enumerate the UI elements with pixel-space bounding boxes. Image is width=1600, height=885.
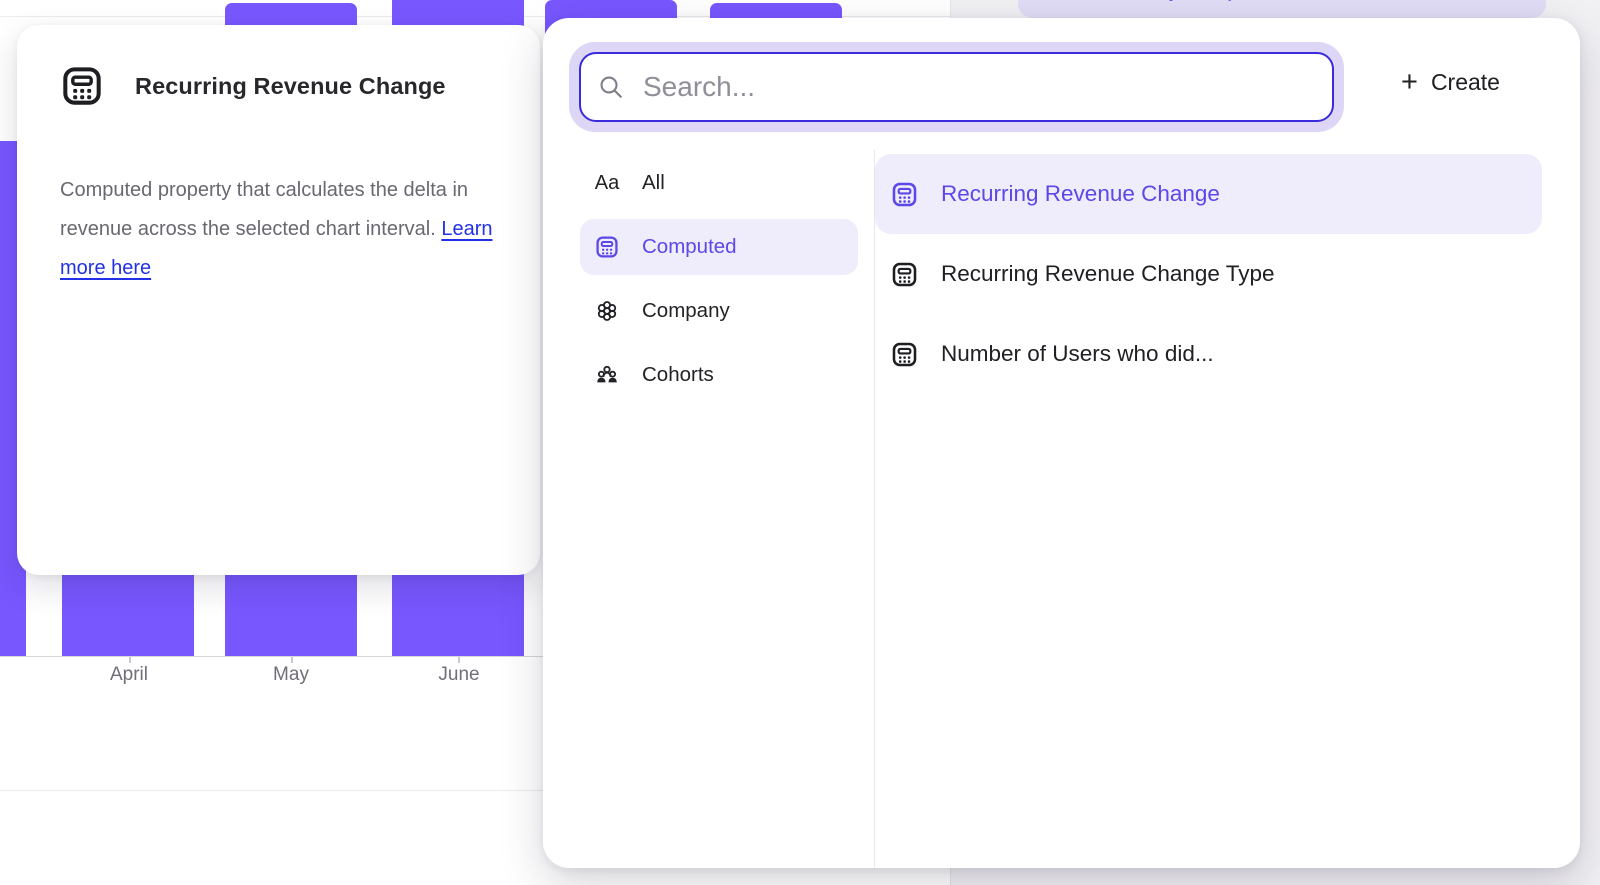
tooltip-description-text: Computed property that calculates the de…: [60, 179, 468, 240]
result-list: Recurring Revenue Change Recurring Reven…: [875, 154, 1542, 394]
x-axis-label: April: [110, 664, 148, 686]
x-axis-label: May: [273, 664, 309, 686]
calculator-icon: [594, 234, 620, 260]
axis-tick: [458, 657, 460, 663]
axis-tick: [129, 657, 131, 663]
clipped-property-pill: [1018, 0, 1546, 18]
plus-icon: +: [1401, 68, 1418, 97]
category-list: Aa All Computed: [580, 155, 858, 403]
tooltip-title: Recurring Revenue Change: [135, 73, 446, 100]
result-label: Recurring Revenue Change Type: [941, 261, 1275, 287]
result-recurring-revenue-change[interactable]: Recurring Revenue Change: [875, 154, 1542, 234]
category-label: Cohorts: [642, 363, 714, 387]
search-icon: [597, 73, 625, 101]
x-axis-label: June: [438, 664, 479, 686]
category-all[interactable]: Aa All: [580, 155, 858, 211]
property-tooltip-card: Recurring Revenue Change Computed proper…: [17, 25, 540, 575]
calculator-icon: [890, 180, 919, 209]
category-computed[interactable]: Computed: [580, 219, 858, 275]
calculator-icon: [890, 340, 919, 369]
result-label: Number of Users who did...: [941, 341, 1214, 367]
property-picker-popover: + Create Aa All Computed: [543, 18, 1580, 868]
text-Aa-icon: Aa: [594, 172, 620, 195]
search-field[interactable]: [579, 52, 1334, 122]
tooltip-description: Computed property that calculates the de…: [60, 171, 502, 288]
category-label: All: [642, 171, 665, 195]
category-cohorts[interactable]: Cohorts: [580, 347, 858, 403]
tooltip-header: Recurring Revenue Change: [59, 63, 446, 109]
calculator-icon: [890, 260, 919, 289]
category-label: Company: [642, 299, 730, 323]
result-recurring-revenue-change-type[interactable]: Recurring Revenue Change Type: [875, 234, 1542, 314]
create-button-label: Create: [1431, 69, 1500, 96]
create-button[interactable]: + Create: [1393, 60, 1508, 104]
result-label: Recurring Revenue Change: [941, 181, 1220, 207]
cohorts-icon: [594, 362, 620, 388]
axis-tick: [291, 657, 293, 663]
company-icon: [594, 298, 620, 324]
search-focus-ring: [569, 42, 1344, 132]
calculator-icon: [59, 63, 105, 109]
category-company[interactable]: Company: [580, 283, 858, 339]
category-label: Computed: [642, 235, 737, 259]
search-input[interactable]: [641, 70, 1316, 104]
result-number-of-users[interactable]: Number of Users who did...: [875, 314, 1542, 394]
clipped-label-fragment: [1169, 0, 1173, 1]
clipped-label-fragment: [1227, 0, 1235, 1]
